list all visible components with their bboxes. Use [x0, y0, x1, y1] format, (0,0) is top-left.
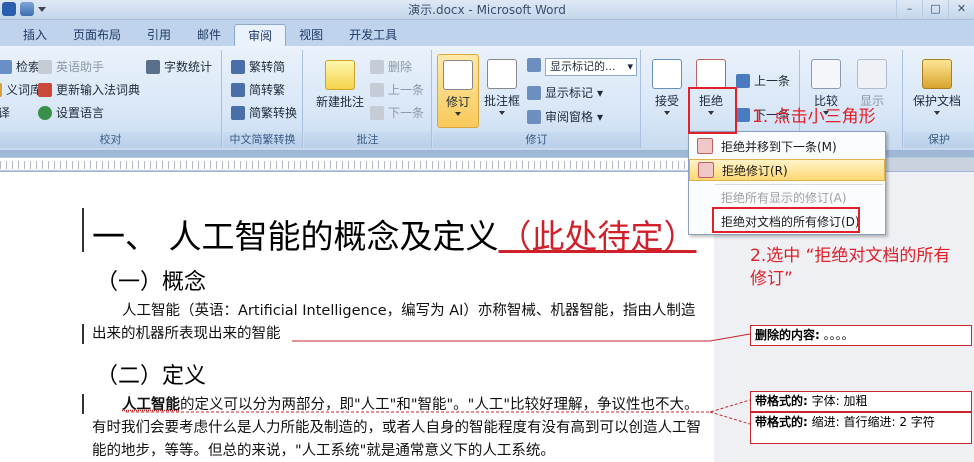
tab-page-layout[interactable]: 页面布局 — [60, 24, 134, 46]
accept-check-icon — [652, 59, 682, 89]
annotation-step-1: 1. 点击小三角形 — [752, 107, 876, 127]
paragraph-definition: 人工智能的定义可以分为两部分，即"人工"和"智能"。"人工"比较好理解，争议性也… — [92, 397, 701, 459]
tab-mailings[interactable]: 邮件 — [184, 24, 234, 46]
show-markup-button[interactable]: 显示标记 ▾ — [527, 84, 603, 101]
ribbon-tabs: 插入 页面布局 引用 邮件 审阅 视图 开发工具 — [0, 20, 974, 46]
tab-developer[interactable]: 开发工具 — [336, 24, 410, 46]
group-label-proofing: 校对 — [0, 132, 221, 148]
display-for-review-group — [527, 58, 541, 72]
thesaurus-button[interactable]: 义词库 — [0, 81, 42, 98]
group-label-comments: 批注 — [304, 132, 431, 148]
show-markup-icon — [527, 85, 541, 100]
show-source-button[interactable]: 显示 — [851, 59, 893, 109]
convert-icon — [231, 105, 245, 120]
menu-reject-change[interactable]: 拒绝修订(R) — [689, 159, 885, 181]
group-label-conversion: 中文简繁转换 — [223, 132, 302, 148]
translate-button[interactable]: 译 — [0, 104, 10, 121]
chinese-conversion-button[interactable]: 简繁转换 — [231, 104, 297, 121]
deleted-content-balloon[interactable]: 删除的内容: 。。。。 — [750, 325, 972, 346]
word-count-icon — [146, 59, 160, 74]
accept-button[interactable]: 接受 — [646, 59, 688, 115]
document-page[interactable]: 一、 人工智能的概念及定义（此处待定） （一）概念 人工智能（英语：Artifi… — [0, 172, 714, 462]
group-proofing: 检索 英语助手 字数统计 义词库 更新输入法词典 译 设置语言 校对 — [0, 50, 222, 148]
group-label-protect: 保护 — [904, 132, 974, 148]
reject-icon — [698, 162, 714, 178]
thesaurus-icon — [0, 82, 2, 97]
previous-change-icon — [736, 73, 750, 88]
heading-1: 一、 人工智能的概念及定义（此处待定） — [92, 217, 697, 256]
display-review-icon — [527, 58, 541, 72]
tab-view[interactable]: 视图 — [286, 24, 336, 46]
reviewing-pane-button[interactable]: 审阅窗格 ▾ — [527, 108, 603, 125]
compare-icon — [811, 59, 841, 89]
maximize-button[interactable]: □ — [922, 0, 948, 18]
group-comments: 新建批注 删除 上一条 下一条 批注 — [304, 50, 432, 148]
change-bar — [82, 324, 84, 344]
heading-2-concept: （一）概念 — [96, 270, 207, 295]
format-indent-balloon[interactable]: 带格式的: 缩进: 首行缩进: 2 字符 — [750, 412, 972, 444]
window-title: 演示.docx - Microsoft Word — [408, 3, 566, 17]
research-icon — [0, 59, 12, 74]
chevron-down-icon — [455, 112, 461, 116]
horizontal-ruler[interactable] — [0, 157, 714, 171]
reject-x-icon — [696, 59, 726, 89]
convert-icon — [231, 82, 245, 97]
annotation-step-2: 2.选中 “拒绝对文档的所有修订” — [750, 246, 951, 289]
update-dictionary-icon — [38, 82, 52, 97]
tab-references[interactable]: 引用 — [134, 24, 184, 46]
close-button[interactable]: ✕ — [948, 0, 974, 18]
previous-comment-button[interactable]: 上一条 — [370, 81, 424, 98]
annotation-box-reject-triangle — [688, 87, 737, 134]
tab-review[interactable]: 审阅 — [234, 24, 287, 46]
next-change-icon — [736, 107, 750, 122]
reviewing-pane-icon — [527, 109, 541, 124]
tab-insert[interactable]: 插入 — [10, 24, 60, 46]
group-label-tracking: 修订 — [433, 132, 640, 148]
annotation-box-reject-all — [712, 207, 860, 233]
english-assistant-button[interactable]: 英语助手 — [38, 58, 104, 75]
delete-comment-icon — [370, 59, 384, 74]
menu-reject-all-shown[interactable]: 拒绝所有显示的修订(A) — [689, 186, 885, 208]
reject-icon — [697, 138, 713, 154]
formatted-bold-text: 人工智能 — [122, 397, 180, 413]
change-bar — [82, 208, 84, 252]
next-comment-button[interactable]: 下一条 — [370, 104, 424, 121]
menu-reject-and-move-next[interactable]: 拒绝并移到下一条(M) — [689, 135, 885, 157]
display-for-review-select[interactable]: 显示标记的... ▾ — [545, 58, 637, 76]
set-language-button[interactable]: 设置语言 — [38, 104, 104, 121]
chevron-down-icon — [664, 111, 670, 115]
heading-2-definition: （二）定义 — [96, 364, 207, 389]
change-bar — [82, 394, 84, 414]
lock-icon — [922, 59, 952, 89]
language-globe-icon — [38, 105, 52, 120]
update-ime-dictionary-button[interactable]: 更新输入法词典 — [38, 81, 140, 98]
balloons-button[interactable]: 批注框 — [481, 59, 523, 115]
track-changes-icon — [443, 60, 473, 90]
new-comment-button[interactable]: 新建批注 — [312, 60, 368, 110]
chevron-down-icon — [499, 111, 505, 115]
previous-change-button[interactable]: 上一条 — [736, 72, 790, 89]
new-comment-icon — [325, 60, 355, 90]
group-chinese-conversion: 繁转简 简转繁 简繁转换 中文简繁转换 — [223, 50, 303, 148]
title-bar: 演示.docx - Microsoft Word – □ ✕ — [0, 0, 974, 20]
delete-comment-button[interactable]: 删除 — [370, 58, 412, 75]
previous-comment-icon — [370, 82, 384, 97]
traditional-to-simplified-button[interactable]: 繁转简 — [231, 58, 285, 75]
word-count-button[interactable]: 字数统计 — [146, 58, 212, 75]
format-bold-balloon[interactable]: 带格式的: 字体: 加粗 — [750, 391, 972, 412]
show-source-icon — [857, 59, 887, 89]
group-protect: 保护文档 保护 — [904, 50, 974, 148]
paragraph-concept: 人工智能（英语：Artificial Intelligence，编写为 AI）亦… — [92, 303, 696, 342]
next-comment-icon — [370, 105, 384, 120]
simplified-to-traditional-button[interactable]: 简转繁 — [231, 81, 285, 98]
balloons-icon — [487, 59, 517, 89]
inserted-text: （此处待定） — [498, 217, 697, 256]
english-assistant-icon — [38, 59, 52, 74]
minimize-button[interactable]: – — [896, 0, 922, 18]
convert-icon — [231, 59, 245, 74]
group-tracking: 修订 批注框 显示标记的... ▾ 显示标记 ▾ 审阅窗格 ▾ 修订 — [433, 50, 641, 148]
track-changes-button[interactable]: 修订 — [437, 54, 479, 128]
research-button[interactable]: 检索 — [0, 58, 40, 75]
